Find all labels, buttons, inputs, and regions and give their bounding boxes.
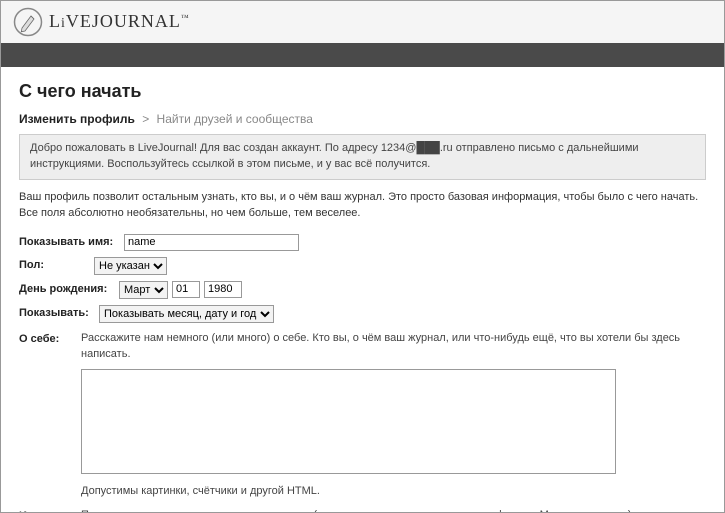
breadcrumb-current: Изменить профиль: [19, 112, 135, 126]
about-textarea[interactable]: [81, 369, 616, 474]
gender-label: Пол:: [19, 257, 94, 271]
main-content: С чего начать Изменить профиль > Найти д…: [1, 67, 724, 512]
scroll-area[interactable]: LiVEJOURNAL™ С чего начать Изменить проф…: [1, 1, 724, 512]
field-interests: Интересы: Перечислите несколько интересн…: [19, 508, 706, 513]
site-header: LiVEJOURNAL™: [1, 1, 724, 43]
birthday-year-input[interactable]: [204, 281, 242, 298]
pencil-icon: [13, 7, 43, 37]
birthday-label: День рождения:: [19, 281, 119, 295]
birthday-day-input[interactable]: [172, 281, 200, 298]
field-display-name: Показывать имя:: [19, 234, 706, 251]
breadcrumb-next[interactable]: Найти друзей и сообщества: [157, 112, 313, 126]
breadcrumb-sep: >: [142, 112, 149, 126]
breadcrumb: Изменить профиль > Найти друзей и сообще…: [19, 112, 706, 126]
nav-bar: [1, 43, 724, 67]
about-label: О себе:: [19, 331, 81, 345]
logo-text: LiVEJOURNAL™: [49, 11, 190, 32]
interests-hint: Перечислите несколько интересных вам тем…: [81, 508, 706, 513]
field-birthday: День рождения: Март: [19, 281, 706, 299]
field-gender: Пол: Не указан: [19, 257, 706, 275]
display-name-label: Показывать имя:: [19, 234, 124, 248]
about-hint-bottom: Допустимы картинки, счётчики и другой HT…: [81, 484, 706, 500]
field-about: О себе: Расскажите нам немного (или мног…: [19, 331, 706, 500]
field-show: Показывать: Показывать месяц, дату и год: [19, 305, 706, 323]
birthday-month-select[interactable]: Март: [119, 281, 168, 299]
show-label: Показывать:: [19, 305, 99, 319]
app-window: LiVEJOURNAL™ С чего начать Изменить проф…: [0, 0, 725, 513]
logo[interactable]: LiVEJOURNAL™: [13, 7, 190, 37]
interests-label: Интересы:: [19, 508, 81, 513]
show-select[interactable]: Показывать месяц, дату и год: [99, 305, 274, 323]
page-title: С чего начать: [19, 81, 706, 102]
display-name-input[interactable]: [124, 234, 299, 251]
welcome-notice: Добро пожаловать в LiveJournal! Для вас …: [19, 134, 706, 180]
about-hint-top: Расскажите нам немного (или много) о себ…: [81, 331, 706, 363]
gender-select[interactable]: Не указан: [94, 257, 167, 275]
intro-text: Ваш профиль позволит остальным узнать, к…: [19, 190, 706, 222]
